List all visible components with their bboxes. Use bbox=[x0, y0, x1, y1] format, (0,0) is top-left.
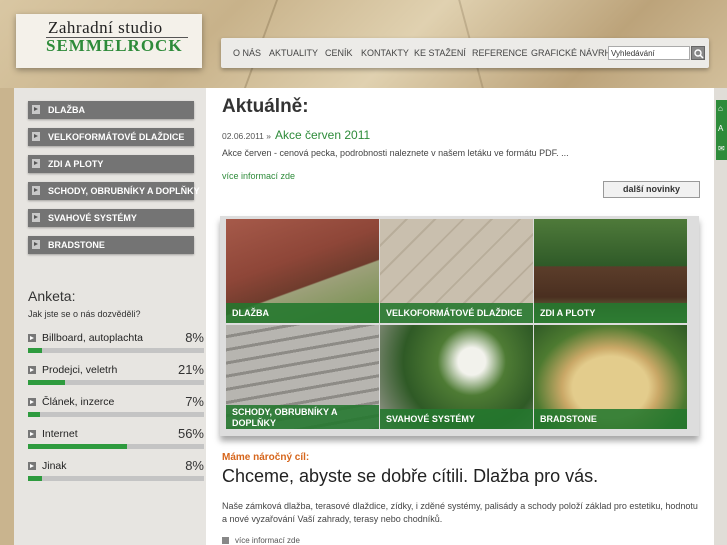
tile-svahove-systemy[interactable]: SVAHOVÉ SYSTÉMY bbox=[380, 325, 533, 429]
poll-option[interactable]: Internet 56% bbox=[28, 426, 204, 457]
poll-bar-track bbox=[28, 348, 204, 353]
arrow-right-icon bbox=[28, 462, 36, 470]
nav-item-o-nas[interactable]: O NÁS bbox=[233, 48, 261, 58]
sidebar-item-bradstone[interactable]: BRADSTONE bbox=[28, 236, 194, 254]
poll-option-percent: 21% bbox=[177, 362, 204, 377]
sidebar-item-label: SCHODY, OBRUBNÍKY A DOPLŇKY bbox=[48, 186, 200, 196]
sidebar-item-dlazba[interactable]: DLAŽBA bbox=[28, 101, 194, 119]
poll-option-label: Prodejci, veletrh bbox=[42, 364, 118, 376]
poll-option[interactable]: Jinak 8% bbox=[28, 458, 204, 489]
slogan-heading: Chceme, abyste se dobře cítili. Dlažba p… bbox=[222, 466, 599, 486]
news-date: 02.06.2011 » bbox=[222, 131, 271, 141]
poll-bar-track bbox=[28, 412, 204, 417]
poll-option[interactable]: Prodejci, veletrh 21% bbox=[28, 362, 204, 393]
arrow-right-icon bbox=[32, 159, 40, 168]
news-more-link[interactable]: více informací zde bbox=[222, 171, 295, 181]
poll-bar-fill bbox=[28, 476, 43, 481]
tile-label: SCHODY, OBRUBNÍKY A DOPLŇKY bbox=[226, 405, 379, 429]
nav-item-cenik[interactable]: CENÍK bbox=[325, 48, 353, 58]
poll-option-percent: 8% bbox=[185, 330, 204, 345]
tile-label: BRADSTONE bbox=[534, 409, 687, 429]
sidebar-item-velkoformatove-dlazdice[interactable]: VELKOFORMÁTOVÉ DLAŽDICE bbox=[28, 128, 194, 146]
arrow-right-icon bbox=[32, 186, 40, 195]
poll-bar-fill bbox=[28, 380, 65, 385]
main-content: Aktuálně: 02.06.2011 » Akce červen 2011 … bbox=[206, 88, 714, 545]
nav-item-reference[interactable]: REFERENCE bbox=[472, 48, 528, 58]
sidebar: DLAŽBA VELKOFORMÁTOVÉ DLAŽDICE ZDI A PLO… bbox=[14, 88, 206, 545]
arrow-right-icon bbox=[222, 537, 229, 544]
tile-label: SVAHOVÉ SYSTÉMY bbox=[380, 409, 533, 429]
arrow-right-icon bbox=[32, 105, 40, 114]
poll-option-label: Internet bbox=[42, 428, 78, 440]
sidebar-item-label: BRADSTONE bbox=[48, 240, 105, 250]
search-button[interactable] bbox=[691, 46, 705, 60]
arrow-right-icon bbox=[28, 366, 36, 374]
sidebar-item-label: ZDI A PLOTY bbox=[48, 159, 104, 169]
arrow-right-icon bbox=[28, 398, 36, 406]
home-icon: ⌂ bbox=[718, 104, 723, 113]
search-icon bbox=[694, 49, 704, 59]
logo[interactable]: Zahradní studio SEMMELROCK bbox=[16, 14, 202, 68]
poll-option-label: Billboard, autoplachta bbox=[42, 332, 143, 344]
sidebar-item-label: SVAHOVÉ SYSTÉMY bbox=[48, 213, 137, 223]
arrow-right-icon bbox=[32, 132, 40, 141]
tile-dlazba[interactable]: DLAŽBA bbox=[226, 219, 379, 323]
poll-bar-fill bbox=[28, 348, 43, 353]
nav-item-kontakty[interactable]: KONTAKTY bbox=[361, 48, 409, 58]
tile-schody[interactable]: SCHODY, OBRUBNÍKY A DOPLŇKY bbox=[226, 325, 379, 429]
poll-bar-fill bbox=[28, 444, 127, 449]
poll-title: Anketa: bbox=[28, 288, 76, 304]
poll-option[interactable]: Článek, inzerce 7% bbox=[28, 394, 204, 425]
nav-item-graficke-navrhy[interactable]: GRAFICKÉ NÁVRHY bbox=[531, 48, 617, 58]
sidebar-item-label: DLAŽBA bbox=[48, 105, 85, 115]
mail-icon: ✉ bbox=[718, 144, 725, 153]
poll-bar-track bbox=[28, 380, 204, 385]
poll-option[interactable]: Billboard, autoplachta 8% bbox=[28, 330, 204, 361]
tile-label: ZDI A PLOTY bbox=[534, 303, 687, 323]
slogan-more-link[interactable]: více informací zde bbox=[222, 536, 300, 545]
poll-bar-track bbox=[28, 444, 204, 449]
nav-item-ke-stazeni[interactable]: KE STAŽENÍ bbox=[414, 48, 466, 58]
poll-option-label: Jinak bbox=[42, 460, 67, 472]
slogan-kicker: Máme náročný cíl: bbox=[222, 452, 310, 463]
news-heading: Aktuálně: bbox=[222, 96, 309, 117]
tile-label: VELKOFORMÁTOVÉ DLAŽDICE bbox=[380, 303, 533, 323]
slogan-description: Naše zámková dlažba, terasové dlaždice, … bbox=[222, 501, 698, 524]
nav-item-aktuality[interactable]: AKTUALITY bbox=[269, 48, 318, 58]
tile-bradstone[interactable]: BRADSTONE bbox=[534, 325, 687, 429]
poll-option-percent: 7% bbox=[185, 394, 204, 409]
poll-bar-fill bbox=[28, 412, 41, 417]
category-tiles: DLAŽBA VELKOFORMÁTOVÉ DLAŽDICE ZDI A PLO… bbox=[220, 216, 699, 436]
poll-option-label: Článek, inzerce bbox=[42, 396, 115, 408]
tile-velkoformatove-dlazdice[interactable]: VELKOFORMÁTOVÉ DLAŽDICE bbox=[380, 219, 533, 323]
news-headline-link[interactable]: Akce červen 2011 bbox=[275, 128, 370, 142]
sidebar-item-schody[interactable]: SCHODY, OBRUBNÍKY A DOPLŇKY bbox=[28, 182, 200, 200]
logo-text-top: Zahradní studio bbox=[48, 18, 163, 37]
poll-bar-track bbox=[28, 476, 204, 481]
side-toolbar[interactable]: ⌂ A ✉ bbox=[716, 100, 727, 160]
poll-option-percent: 56% bbox=[177, 426, 204, 441]
sidebar-item-zdi-a-ploty[interactable]: ZDI A PLOTY bbox=[28, 155, 194, 173]
tile-label: DLAŽBA bbox=[226, 303, 379, 323]
text-size-icon: A bbox=[718, 124, 724, 133]
slogan-more-label: více informací zde bbox=[235, 536, 300, 545]
sidebar-item-svahove-systemy[interactable]: SVAHOVÉ SYSTÉMY bbox=[28, 209, 194, 227]
poll-question: Jak jste se o nás dozvěděli? bbox=[28, 309, 141, 319]
news-text: Akce červen - cenová pecka, podrobnosti … bbox=[222, 148, 569, 158]
arrow-right-icon bbox=[28, 334, 36, 342]
more-news-button[interactable]: další novinky bbox=[603, 181, 700, 198]
tile-zdi-a-ploty[interactable]: ZDI A PLOTY bbox=[534, 219, 687, 323]
sidebar-item-label: VELKOFORMÁTOVÉ DLAŽDICE bbox=[48, 132, 185, 142]
arrow-right-icon bbox=[32, 240, 40, 249]
logo-text-brand: SEMMELROCK bbox=[46, 36, 183, 55]
poll-option-percent: 8% bbox=[185, 458, 204, 473]
arrow-right-icon bbox=[28, 430, 36, 438]
arrow-right-icon bbox=[32, 213, 40, 222]
search-input[interactable]: Vyhledávání bbox=[608, 46, 690, 60]
